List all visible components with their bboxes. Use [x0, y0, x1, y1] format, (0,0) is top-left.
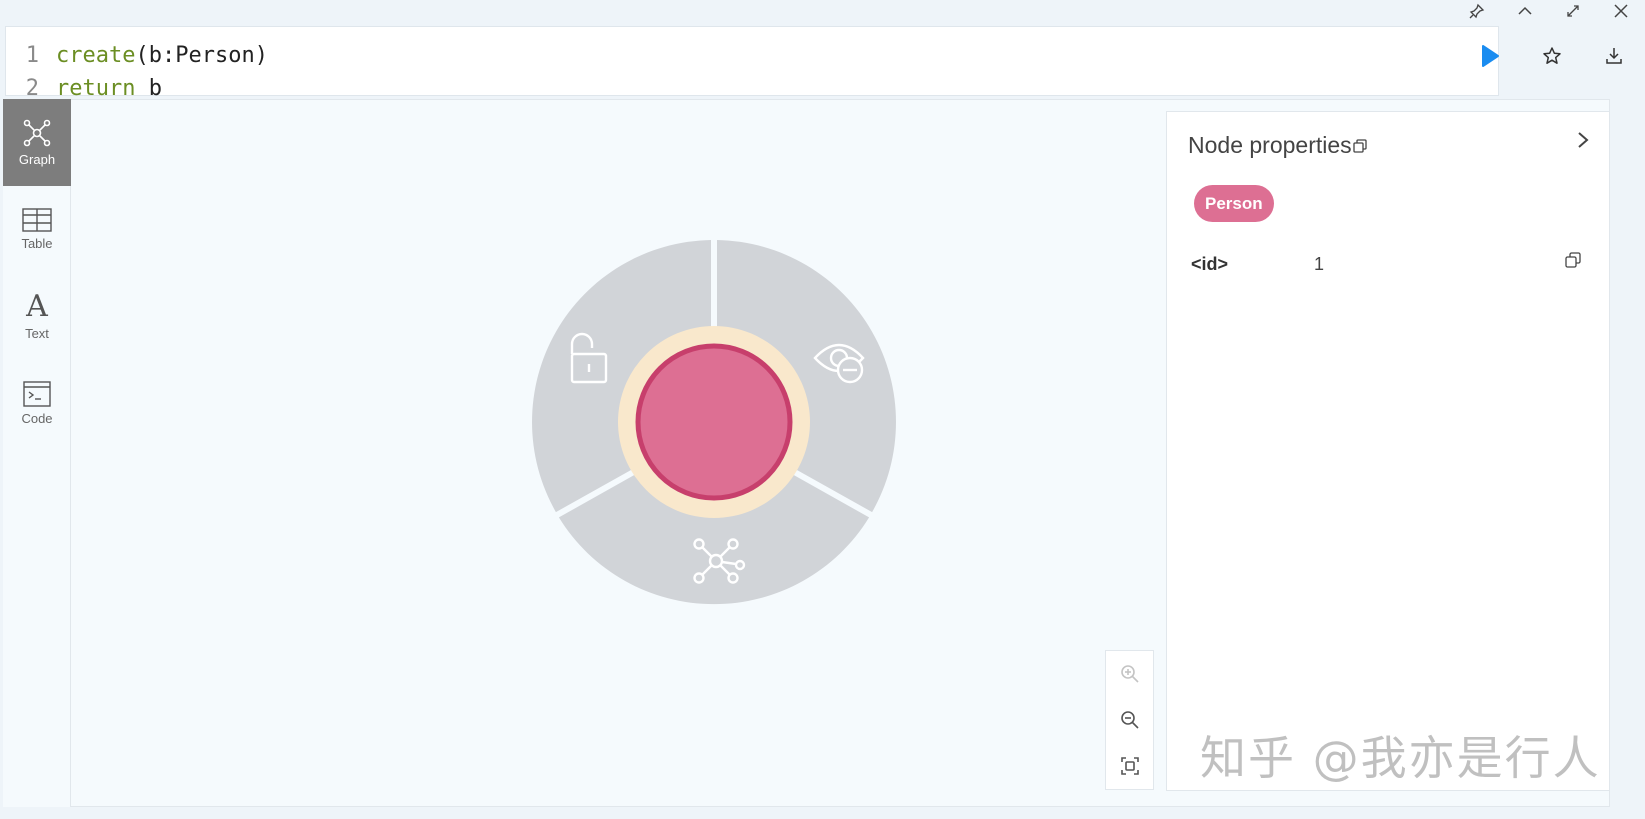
download-icon: [1606, 48, 1622, 64]
code-keyword: create: [56, 43, 136, 68]
code-keyword: return: [56, 76, 136, 101]
zoom-out-button[interactable]: [1106, 697, 1153, 743]
run-icon: [1482, 45, 1499, 67]
view-tab-label: Table: [21, 236, 53, 251]
panel-title: Node properties: [1188, 132, 1367, 159]
run-button[interactable]: [1459, 36, 1521, 76]
editor-toolbar: [1459, 36, 1645, 76]
zoom-controls: [1105, 650, 1154, 790]
node-properties-panel: Node properties Person <id> 1: [1166, 111, 1610, 791]
zoom-in-icon: [1120, 665, 1139, 683]
property-value: 1: [1314, 253, 1325, 274]
copy-icon[interactable]: [1353, 138, 1367, 153]
copy-icon: [1565, 252, 1581, 268]
query-editor[interactable]: 1 create(b:Person) 2 return b: [5, 26, 1499, 101]
label-badge[interactable]: Person: [1194, 185, 1274, 222]
pin-icon[interactable]: [1453, 0, 1501, 22]
watermark: 知乎 @我亦是行人: [1200, 731, 1601, 785]
graph-icon: [23, 119, 51, 147]
window-controls: [1453, 0, 1645, 22]
view-sidebar: Graph Table A Text Code: [3, 99, 71, 807]
code-text: (b:Person): [135, 43, 268, 68]
view-tab-label: Text: [25, 326, 49, 341]
view-tab-graph[interactable]: Graph: [3, 99, 71, 186]
fit-icon: [1120, 757, 1139, 775]
zoom-in-button[interactable]: [1106, 651, 1153, 697]
view-tab-code[interactable]: Code: [3, 360, 71, 447]
favorite-button[interactable]: [1521, 36, 1583, 76]
panel-title-text: Node properties: [1188, 132, 1352, 158]
expand-icon[interactable]: [1549, 0, 1597, 22]
copy-property-button[interactable]: [1565, 252, 1581, 273]
text-icon: A: [26, 289, 48, 324]
collapse-up-icon[interactable]: [1501, 0, 1549, 22]
code-icon: [23, 381, 51, 407]
collapse-panel-button[interactable]: [1571, 128, 1595, 152]
graph-node-person[interactable]: [635, 343, 793, 501]
close-icon[interactable]: [1597, 0, 1645, 22]
view-tab-text[interactable]: A Text: [3, 273, 71, 360]
view-tab-table[interactable]: Table: [3, 186, 71, 273]
table-icon: [22, 208, 52, 232]
line-number: 2: [25, 76, 39, 101]
view-tab-label: Graph: [18, 152, 56, 167]
chevron-right-icon: [1578, 132, 1589, 148]
download-button[interactable]: [1583, 36, 1645, 76]
code-text: b: [135, 76, 162, 101]
view-tab-label: Code: [21, 411, 53, 426]
star-icon: [1543, 47, 1561, 64]
property-row: <id> 1: [1191, 249, 1586, 279]
graph-canvas[interactable]: [72, 100, 1162, 806]
property-key: <id>: [1191, 253, 1229, 274]
fit-button[interactable]: [1106, 743, 1153, 789]
editor-line: 1 create(b:Person): [6, 39, 268, 72]
zoom-out-icon: [1120, 711, 1139, 729]
line-number: 1: [25, 43, 39, 68]
